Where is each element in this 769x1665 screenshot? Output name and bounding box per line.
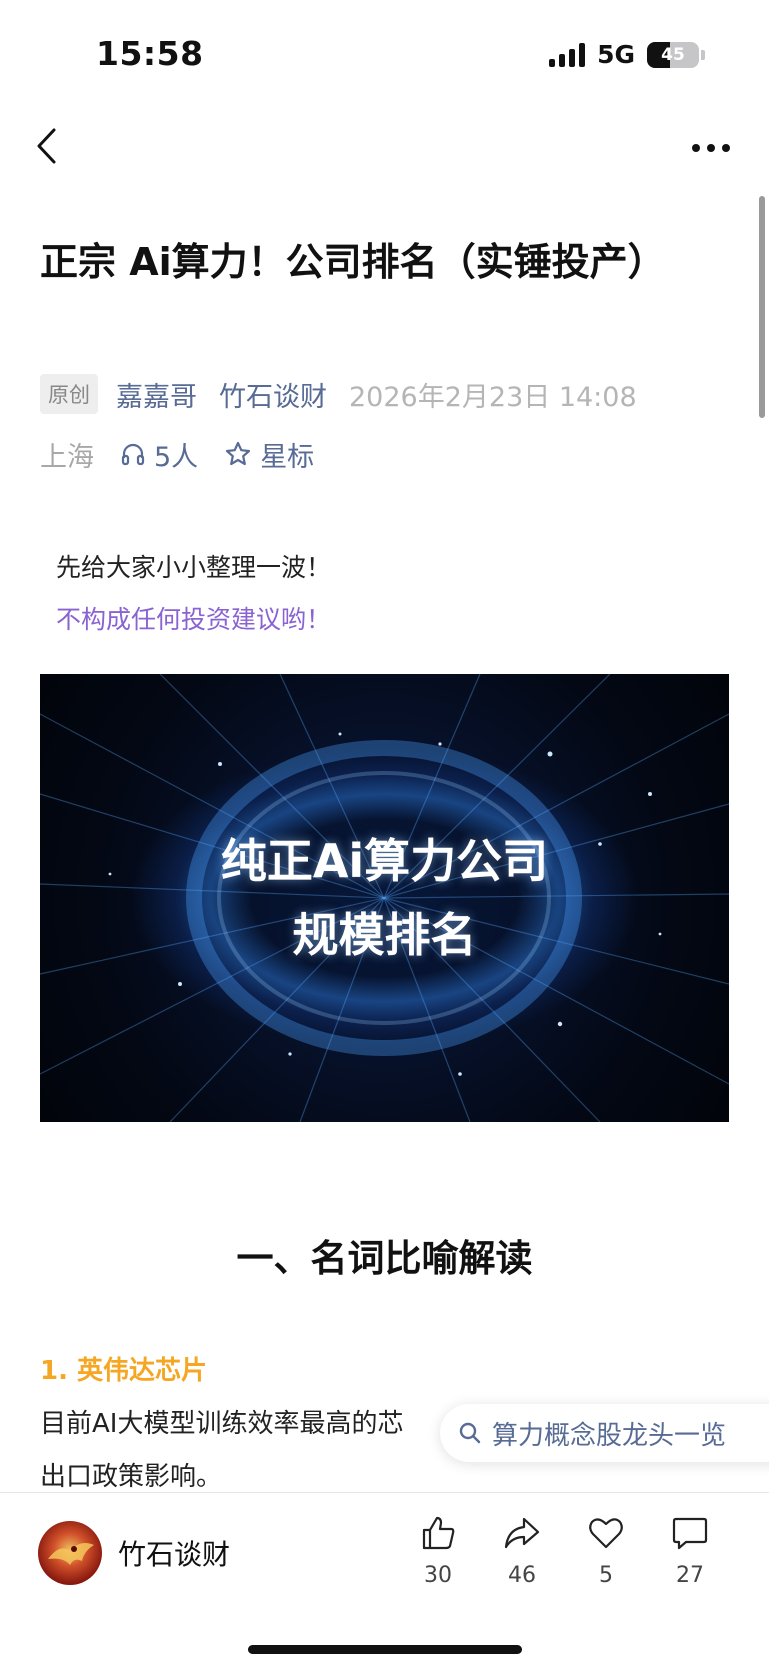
account-link[interactable]: 竹石谈财: [219, 375, 327, 414]
article-title: 正宗 Ai算力！公司排名（实锤投产）: [40, 240, 666, 284]
cover-caption-line1: 纯正Ai算力公司: [220, 834, 549, 888]
favorite-button[interactable]: 5: [576, 1513, 636, 1588]
intro-text: 先给大家小小整理一波！: [56, 553, 332, 582]
back-button[interactable]: [26, 124, 66, 168]
publish-date: 2026年2月23日 14:08: [349, 381, 637, 413]
article-screen: 15:58 5G 45 正宗 Ai算力！公司排名（实锤投产） 原创 嘉嘉哥 竹石…: [0, 0, 769, 1665]
share-button[interactable]: 46: [492, 1513, 552, 1588]
share-arrow-icon: [504, 1517, 540, 1549]
cover-image[interactable]: 纯正Ai算力公司 规模排名: [40, 674, 729, 1122]
disclaimer-text: 不构成任何投资建议哟！: [56, 605, 332, 634]
cover-caption: 纯正Ai算力公司 规模排名: [40, 824, 729, 972]
thumbs-up-icon: [422, 1516, 455, 1550]
status-icons: 5G 45: [549, 40, 705, 69]
original-tag: 原创: [40, 374, 98, 414]
body-text: 目前AI大模型训练效率最高的芯: [40, 1409, 404, 1439]
headphones-icon: [121, 443, 145, 466]
search-icon: [459, 1422, 481, 1444]
search-chip-label: 算力概念股龙头一览: [492, 1420, 727, 1451]
cover-caption-line2: 规模排名: [292, 908, 477, 962]
author-link[interactable]: 嘉嘉哥: [116, 375, 197, 414]
eagle-logo-icon: [48, 1543, 94, 1565]
section-heading: 一、名词比喻解读: [236, 1237, 533, 1280]
listener-count: 5人: [154, 441, 199, 473]
heart-icon: [589, 1518, 623, 1549]
chevron-left-icon: [37, 128, 56, 164]
signal-icon: [549, 42, 586, 67]
item-heading: 1. 英伟达芯片: [40, 1356, 208, 1386]
body-text: 出口政策影响。: [40, 1462, 223, 1492]
star-icon: [226, 441, 251, 466]
article-meta-secondary: 上海 5人 星标: [40, 434, 314, 474]
like-count: 30: [424, 1563, 452, 1588]
scrollbar[interactable]: [759, 196, 765, 418]
location: 上海: [40, 441, 94, 473]
account-name[interactable]: 竹石谈财: [118, 1533, 230, 1573]
listen-button[interactable]: 5人: [120, 435, 198, 474]
favorite-count: 5: [599, 1563, 613, 1588]
network-type: 5G: [597, 40, 635, 69]
related-search-chip[interactable]: 算力概念股龙头一览: [440, 1404, 769, 1462]
bottom-bar: 竹石谈财 30 46 5 27: [0, 1492, 769, 1665]
comment-bubble-icon: [672, 1517, 708, 1550]
star-label: 星标: [260, 441, 315, 473]
star-button[interactable]: 星标: [224, 435, 314, 474]
status-time: 15:58: [96, 34, 204, 73]
like-button[interactable]: 30: [408, 1513, 468, 1588]
more-button[interactable]: [687, 130, 735, 166]
comment-count: 27: [676, 1563, 704, 1588]
battery-level: 45: [661, 44, 685, 65]
battery-cap: [701, 49, 705, 60]
comment-button[interactable]: 27: [660, 1513, 720, 1588]
ellipsis-icon: [692, 144, 730, 152]
share-count: 46: [508, 1563, 536, 1588]
home-indicator: [248, 1645, 522, 1654]
battery-icon: 45: [647, 41, 699, 68]
avatar[interactable]: [38, 1521, 102, 1585]
article-meta: 原创 嘉嘉哥 竹石谈财 2026年2月23日 14:08: [40, 374, 637, 414]
